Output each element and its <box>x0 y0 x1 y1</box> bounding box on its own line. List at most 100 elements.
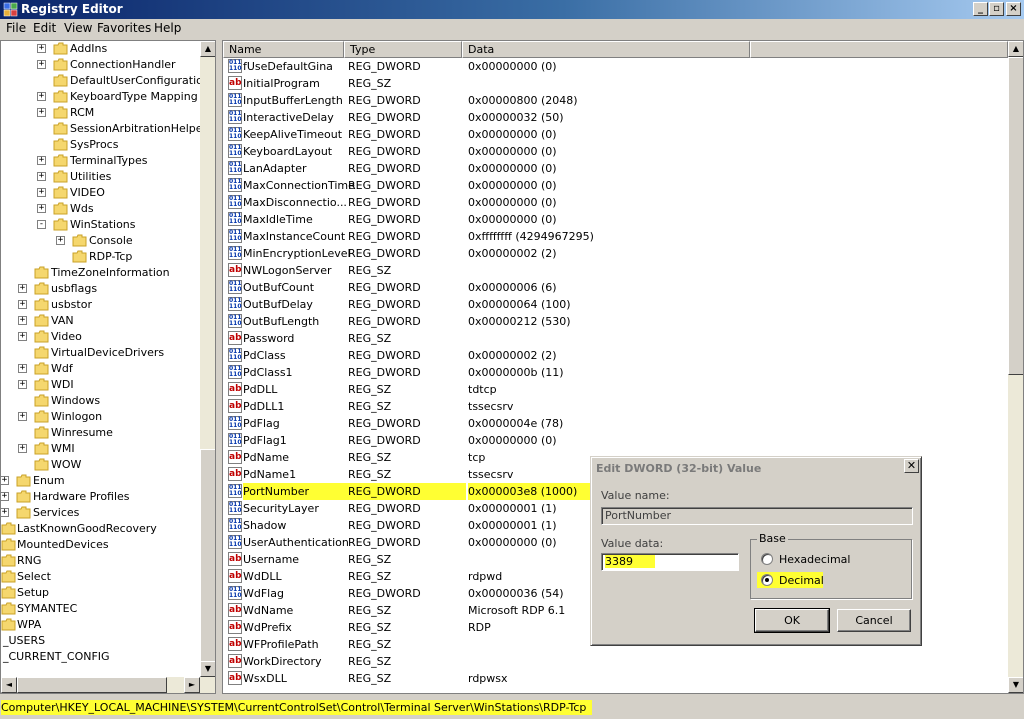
expand-icon[interactable]: + <box>1 476 9 485</box>
tree-item[interactable]: WPA <box>1 617 199 633</box>
expand-icon[interactable]: + <box>37 92 46 101</box>
tree-item[interactable]: + Wdf <box>1 361 199 377</box>
value-row[interactable]: ab InitialProgram REG_SZ <box>223 75 1008 92</box>
expand-icon[interactable]: + <box>37 44 46 53</box>
key-tree[interactable]: + AddIns + ConnectionHandler DefaultUserConf… <box>0 40 216 694</box>
tree-scroll-right-button[interactable]: ► <box>184 677 200 693</box>
tree-item[interactable]: WOW <box>1 457 199 473</box>
tree-item[interactable]: Winresume <box>1 425 199 441</box>
tree-item[interactable]: + TerminalTypes <box>1 153 199 169</box>
expand-icon[interactable]: + <box>1 508 9 517</box>
tree-item[interactable]: + VAN <box>1 313 199 329</box>
tree-hscroll-thumb[interactable] <box>17 677 167 693</box>
value-row[interactable]: ab PdDLL REG_SZ tdtcp <box>223 381 1008 398</box>
tree-scroll-up-button[interactable]: ▲ <box>200 41 215 57</box>
tree-item[interactable]: + ConnectionHandler <box>1 57 199 73</box>
tree-item[interactable]: DefaultUserConfiguration <box>1 73 210 89</box>
menu-view[interactable]: View <box>64 21 92 35</box>
value-row[interactable]: 011 110 MaxInstanceCount REG_DWORD 0xffffff… <box>223 228 1008 245</box>
tree-item[interactable]: Select <box>1 569 199 585</box>
expand-icon[interactable]: + <box>18 412 27 421</box>
tree-item[interactable]: + VIDEO <box>1 185 199 201</box>
tree-item[interactable]: + usbstor <box>1 297 199 313</box>
value-row[interactable]: ab WsxDLL REG_SZ rdpwsx <box>223 670 1008 687</box>
expand-icon[interactable]: + <box>18 316 27 325</box>
value-row[interactable]: 011 110 InputBufferLength REG_DWORD 0x00000… <box>223 92 1008 109</box>
value-row[interactable]: 011 110 PdFlag1 REG_DWORD 0x00000000 (0) <box>223 432 1008 449</box>
tree-item[interactable]: Windows <box>1 393 199 409</box>
tree-scroll-down-button[interactable]: ▼ <box>200 661 215 677</box>
tree-item[interactable]: LastKnownGoodRecovery <box>1 521 199 537</box>
expand-icon[interactable]: + <box>18 364 27 373</box>
tree-item[interactable]: VirtualDeviceDrivers <box>1 345 199 361</box>
tree-item[interactable]: RNG <box>1 553 199 569</box>
tree-item[interactable]: + Wds <box>1 201 199 217</box>
list-scrollbar[interactable]: ▲ ▼ <box>1008 41 1023 693</box>
column-name[interactable]: Name <box>223 41 344 58</box>
value-row[interactable]: 011 110 OutBufLength REG_DWORD 0x00000212 (… <box>223 313 1008 330</box>
tree-hscrollbar[interactable]: ◄ ► <box>1 677 200 693</box>
list-scroll-up-button[interactable]: ▲ <box>1008 41 1023 57</box>
tree-item[interactable]: + Winlogon <box>1 409 199 425</box>
expand-icon[interactable]: + <box>18 380 27 389</box>
value-row[interactable]: 011 110 KeyboardLayout REG_DWORD 0x00000000… <box>223 143 1008 160</box>
expand-icon[interactable]: + <box>18 444 27 453</box>
value-row[interactable]: ab NWLogonServer REG_SZ <box>223 262 1008 279</box>
hexadecimal-radio[interactable] <box>761 553 773 565</box>
collapse-icon[interactable]: - <box>37 220 46 229</box>
value-row[interactable]: 011 110 MaxIdleTime REG_DWORD 0x00000000 (0… <box>223 211 1008 228</box>
menu-favorites[interactable]: Favorites <box>97 21 151 35</box>
tree-item[interactable]: _CURRENT_CONFIG <box>1 649 199 665</box>
expand-icon[interactable]: + <box>18 300 27 309</box>
expand-icon[interactable]: + <box>37 156 46 165</box>
value-row[interactable]: 011 110 fUseDefaultGina REG_DWORD 0x0000000… <box>223 58 1008 75</box>
tree-item[interactable]: + WDI <box>1 377 199 393</box>
column-data[interactable]: Data <box>462 41 750 58</box>
value-name-field[interactable]: PortNumber <box>601 507 913 525</box>
tree-item[interactable]: + AddIns <box>1 41 199 57</box>
value-row[interactable]: 011 110 PdClass1 REG_DWORD 0x0000000b (11) <box>223 364 1008 381</box>
value-row[interactable]: 011 110 MinEncryptionLevel REG_DWORD 0x0000… <box>223 245 1008 262</box>
value-row[interactable]: 011 110 PdFlag REG_DWORD 0x0000004e (78) <box>223 415 1008 432</box>
expand-icon[interactable]: + <box>37 108 46 117</box>
expand-icon[interactable]: + <box>18 284 27 293</box>
expand-icon[interactable]: + <box>18 332 27 341</box>
tree-item[interactable]: + usbflags <box>1 281 199 297</box>
cancel-button[interactable]: Cancel <box>837 609 911 632</box>
tree-item[interactable]: RDP-Tcp <box>1 249 199 265</box>
expand-icon[interactable]: + <box>37 172 46 181</box>
tree-item[interactable]: TimeZoneInformation <box>1 265 199 281</box>
tree-item[interactable]: - WinStations <box>1 217 199 233</box>
ok-button[interactable]: OK <box>754 608 830 633</box>
dialog-close-button[interactable]: ✕ <box>904 459 919 473</box>
value-row[interactable]: ab Password REG_SZ <box>223 330 1008 347</box>
tree-item[interactable]: + Video <box>1 329 199 345</box>
value-row[interactable]: 011 110 PdClass REG_DWORD 0x00000002 (2) <box>223 347 1008 364</box>
expand-icon[interactable]: + <box>37 60 46 69</box>
tree-scroll-left-button[interactable]: ◄ <box>1 677 17 693</box>
tree-item[interactable]: Setup <box>1 585 199 601</box>
decimal-radio[interactable] <box>761 574 773 586</box>
value-row[interactable]: 011 110 InteractiveDelay REG_DWORD 0x000000… <box>223 109 1008 126</box>
tree-item[interactable]: + RCM <box>1 105 199 121</box>
tree-scrollbar[interactable]: ▲ ▼ <box>200 41 215 693</box>
tree-item[interactable]: + KeyboardType Mapping <box>1 89 199 105</box>
tree-item[interactable]: MountedDevices <box>1 537 199 553</box>
value-data-input[interactable]: 3389 <box>601 553 739 571</box>
decimal-option[interactable]: Decimal <box>757 572 824 588</box>
expand-icon[interactable]: + <box>56 236 65 245</box>
value-row[interactable]: ab PdDLL1 REG_SZ tssecsrv <box>223 398 1008 415</box>
menu-edit[interactable]: Edit <box>33 21 56 35</box>
value-row[interactable]: 011 110 KeepAliveTimeout REG_DWORD 0x000000… <box>223 126 1008 143</box>
tree-item[interactable]: + Enum <box>1 473 199 489</box>
tree-item[interactable]: + Console <box>1 233 199 249</box>
list-scroll-thumb[interactable] <box>1008 57 1023 375</box>
tree-item[interactable]: + WMI <box>1 441 199 457</box>
tree-item[interactable]: + Utilities <box>1 169 199 185</box>
list-scroll-down-button[interactable]: ▼ <box>1008 677 1023 693</box>
tree-scroll-thumb[interactable] <box>200 449 215 675</box>
maximize-button[interactable]: ▫ <box>989 2 1004 16</box>
expand-icon[interactable]: + <box>37 188 46 197</box>
column-type[interactable]: Type <box>344 41 462 58</box>
tree-item[interactable]: SysProcs <box>1 137 199 153</box>
